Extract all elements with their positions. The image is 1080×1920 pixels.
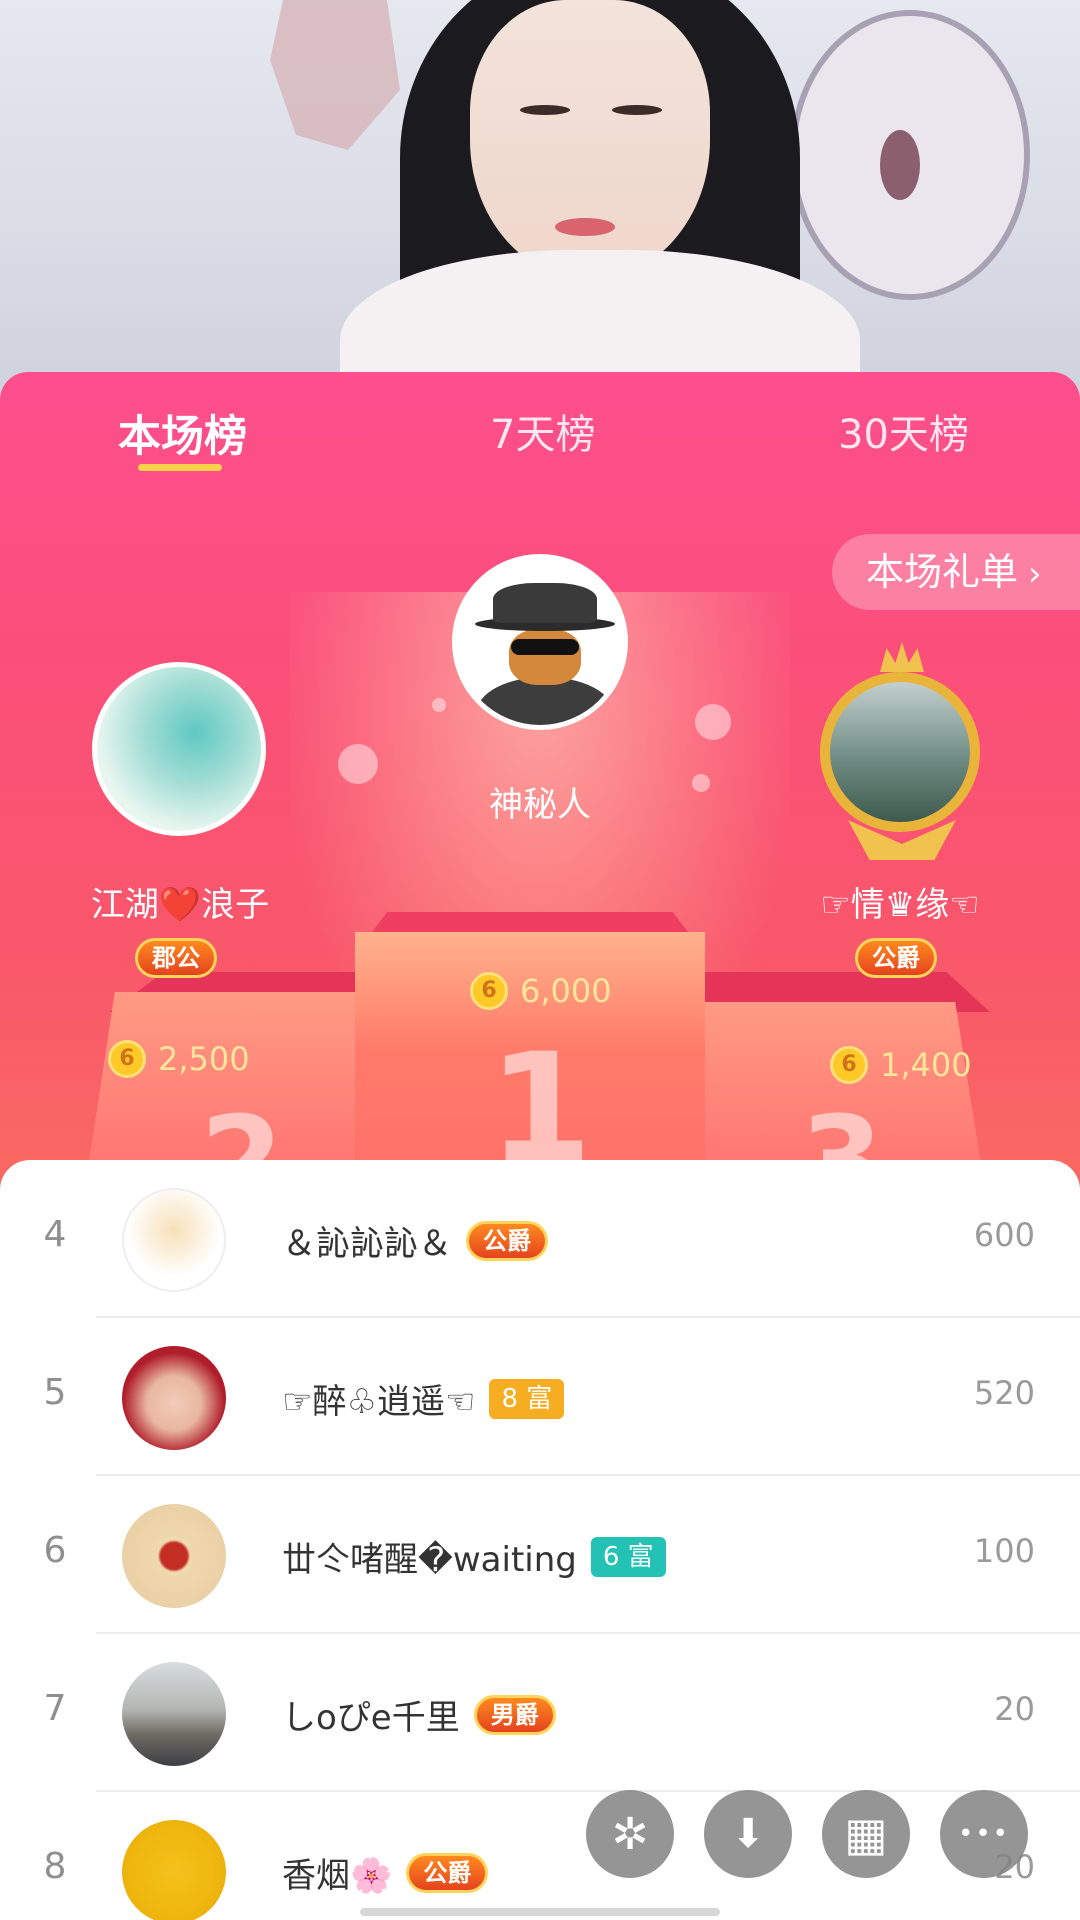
download-icon: ⬇ [731, 1811, 765, 1857]
third-place-score: 6 1,400 [830, 1046, 972, 1084]
user-name: 香烟🌸 公爵 [282, 1848, 489, 1897]
second-place-badge: 郡公 [135, 938, 217, 978]
list-item[interactable]: 6 丗仒啫醒�waiting 6 富 100 [0, 1476, 1080, 1634]
list-item[interactable]: 7 しoぴe千里 男爵 20 [0, 1634, 1080, 1792]
live-video-area [0, 0, 1080, 400]
sparkle-dot [692, 774, 710, 792]
ranking-tabs: 本场榜 7天榜 30天榜 [0, 372, 1080, 492]
sparkle-dot [432, 698, 446, 712]
download-button[interactable]: ⬇ [704, 1790, 792, 1878]
avatar [122, 1820, 226, 1920]
tab-30-days[interactable]: 30天榜 [838, 402, 969, 460]
rank-badge: 公爵 [406, 1852, 489, 1893]
user-name-text: ＆訫訫訫＆ [282, 1224, 452, 1264]
avatar [122, 1504, 226, 1608]
second-place-score: 6 2,500 [108, 1040, 250, 1078]
third-place-avatar[interactable] [820, 672, 980, 832]
rank-number: 4 [43, 1214, 67, 1255]
tab-this-session[interactable]: 本场榜 [118, 402, 247, 464]
streamer-eye-right [612, 105, 662, 115]
first-place-avatar[interactable] [452, 554, 628, 730]
chevron-right-icon: › [1028, 554, 1042, 594]
sparkle-dot [695, 704, 731, 740]
user-name: しoぴe千里 男爵 [282, 1690, 556, 1739]
rank-badge: 男爵 [473, 1694, 556, 1735]
crown-icon [880, 642, 924, 672]
score: 600 [973, 1216, 1035, 1254]
grid-menu-button[interactable]: ▦ [822, 1790, 910, 1878]
first-place-score: 6 6,000 [470, 972, 612, 1010]
leaderboard-panel: 本场榜 7天榜 30天榜 本场礼单 › 1 2 3 神秘人 6 6,000 江湖❤… [0, 372, 1080, 1192]
avatar [122, 1188, 226, 1292]
second-place-score-value: 2,500 [158, 1040, 250, 1078]
user-name-text: ☞醉♧逍遥☜ [282, 1382, 476, 1422]
list-item[interactable]: 4 ＆訫訫訫＆ 公爵 600 [0, 1160, 1080, 1318]
third-place-score-value: 1,400 [880, 1046, 972, 1084]
fan-hub [880, 130, 920, 200]
home-indicator[interactable] [360, 1908, 720, 1916]
second-place-avatar[interactable] [92, 662, 266, 836]
more-icon: ••• [957, 1819, 1010, 1849]
streamer-lips [555, 218, 615, 236]
user-name: ＆訫訫訫＆ 公爵 [282, 1216, 548, 1265]
sunglasses-icon [511, 639, 579, 655]
third-place-badge: 公爵 [855, 938, 937, 978]
third-place-name: ☞情♛缘☜ [820, 885, 980, 925]
rank-number: 8 [43, 1846, 67, 1887]
coin-icon: 6 [470, 972, 508, 1010]
sparkle-dot [338, 744, 378, 784]
list-item[interactable]: 5 ☞醉♧逍遥☜ 8 富 520 [0, 1318, 1080, 1476]
coin-icon: 6 [108, 1040, 146, 1078]
user-name-text: 香烟🌸 [282, 1856, 393, 1896]
streamer-eye-left [520, 105, 570, 115]
user-name-text: しoぴe千里 [282, 1698, 460, 1738]
first-place-name: 神秘人 [489, 785, 591, 825]
score: 100 [973, 1532, 1035, 1570]
wall-lamp [270, 0, 400, 150]
gift-list-button[interactable]: 本场礼单 › [832, 534, 1080, 610]
wealth-level-badge: 6 富 [590, 1536, 666, 1577]
gift-list-label: 本场礼单 [866, 550, 1019, 594]
streamer-face [470, 0, 710, 280]
grid-icon: ▦ [844, 1807, 888, 1861]
rank-number: 5 [43, 1372, 67, 1413]
wealth-level-badge: 8 富 [489, 1378, 565, 1419]
first-place-score-value: 6,000 [520, 972, 612, 1010]
mystery-face [509, 629, 581, 685]
tab-7-days[interactable]: 7天榜 [490, 402, 595, 460]
active-tab-underline [138, 464, 222, 471]
rank-number: 6 [43, 1530, 67, 1571]
user-name: ☞醉♧逍遥☜ 8 富 [282, 1374, 565, 1423]
rank-number: 7 [43, 1688, 67, 1729]
score: 20 [994, 1690, 1035, 1728]
hat-icon [493, 583, 597, 623]
score: 520 [973, 1374, 1035, 1412]
rank-badge: 公爵 [466, 1220, 548, 1261]
sparkle-icon: ✲ [611, 1808, 649, 1860]
avatar [122, 1346, 226, 1450]
second-place-name: 江湖❤️浪子 [90, 885, 270, 925]
user-name: 丗仒啫醒�waiting 6 富 [282, 1532, 666, 1581]
ranking-list: 4 ＆訫訫訫＆ 公爵 600 5 ☞醉♧逍遥☜ 8 富 520 6 丗仒啫醒�w… [0, 1160, 1080, 1920]
coin-icon: 6 [830, 1046, 868, 1084]
sparkle-button[interactable]: ✲ [586, 1790, 674, 1878]
avatar [122, 1662, 226, 1766]
list-item[interactable]: 8 香烟🌸 公爵 20 [0, 1792, 1080, 1920]
more-button[interactable]: ••• [940, 1790, 1028, 1878]
user-name-text: 丗仒啫醒�waiting [282, 1540, 577, 1580]
